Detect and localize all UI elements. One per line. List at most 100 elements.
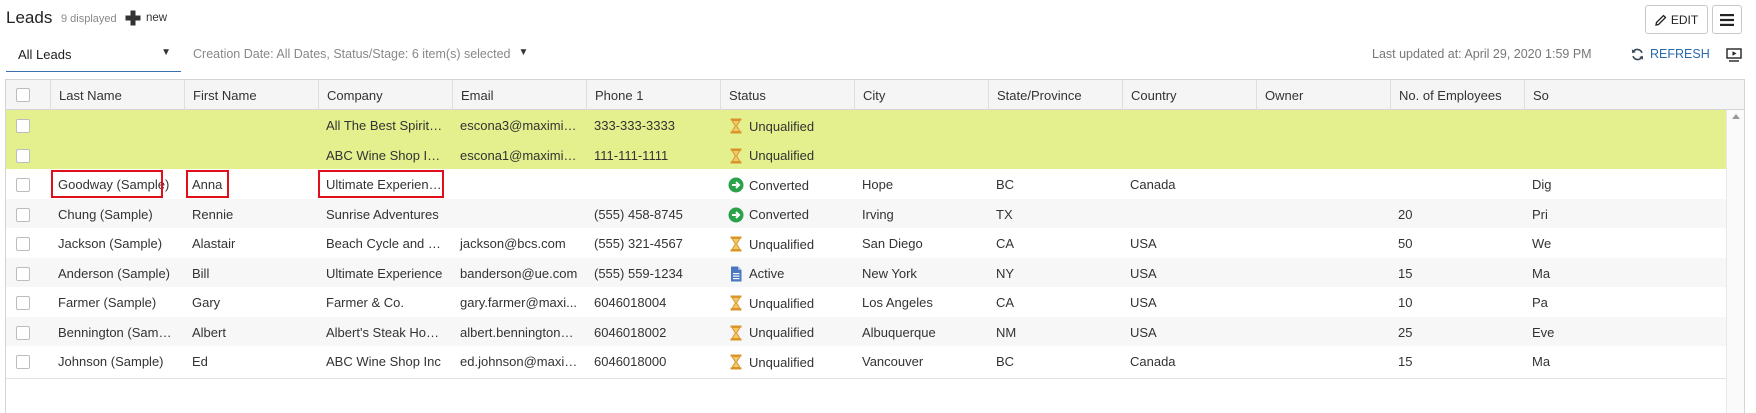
cell-last-name: Bennington (Sample) [50, 317, 184, 349]
cell-first-name-text: Bill [192, 265, 210, 281]
cell-status-text: Unqualified [749, 354, 815, 370]
cell-country [1122, 110, 1256, 142]
cell-status-text: Unqualified [749, 325, 815, 340]
cell-state [988, 140, 1122, 172]
cell-country: Canada [1122, 169, 1256, 201]
cell-city-text: Vancouver [862, 354, 924, 369]
column-header-employees[interactable]: No. of Employees [1390, 80, 1524, 110]
cell-country: USA [1122, 287, 1256, 319]
column-header-status[interactable]: Status [720, 80, 854, 110]
cell-last-name-text: Bennington (Sample) [58, 324, 181, 340]
cell-email: escona1@maximiz... [452, 140, 586, 172]
cell-phone-text: 6046018004 [594, 295, 667, 310]
table-row[interactable]: All The Best Spirits ... escona3@maximiz.… [6, 110, 1726, 143]
cell-city: Irving [854, 199, 988, 231]
arrow-circle-icon [728, 207, 744, 223]
row-checkbox[interactable] [16, 178, 30, 192]
cell-state: CA [988, 228, 1122, 260]
caret-down-icon: ▼ [518, 47, 529, 58]
list-toolbar: All Leads ▼ Creation Date: All Dates, St… [0, 40, 1756, 74]
cell-first-name [184, 110, 318, 142]
cell-source-text: Ma [1532, 354, 1551, 369]
table-row[interactable]: Anderson (Sample) Bill Ultimate Experience… [6, 257, 1726, 291]
column-header-first-name[interactable]: First Name [184, 80, 318, 110]
table-row[interactable]: ABC Wine Shop Inc.... escona1@maximiz... 1… [6, 139, 1726, 173]
menu-button[interactable] [1712, 5, 1742, 34]
cell-email-text: banderson@ue.com [460, 265, 578, 281]
cell-phone: 333-333-3333 [586, 110, 720, 142]
caret-down-icon: ▼ [161, 47, 171, 58]
cell-phone: 6046018000 [586, 346, 720, 378]
highlight-box [318, 170, 444, 198]
cell-city: Los Angeles [854, 287, 988, 319]
column-header-phone[interactable]: Phone 1 [586, 80, 720, 110]
row-checkbox[interactable] [16, 266, 30, 281]
row-checkbox[interactable] [16, 325, 30, 340]
edit-button[interactable]: EDIT [1645, 5, 1708, 34]
column-header-company[interactable]: Company [318, 80, 452, 110]
highlight-box [51, 170, 163, 198]
cell-status-text: Unqualified [749, 295, 815, 311]
hourglass-icon [728, 148, 744, 164]
new-lead-button[interactable]: new [125, 10, 167, 26]
cell-employees-text: 25 [1398, 324, 1413, 340]
cell-employees: 15 [1390, 258, 1524, 290]
table-row[interactable]: Johnson (Sample) Ed ABC Wine Shop Inc ed.jo… [6, 346, 1726, 379]
cell-first-name-text: Ed [192, 354, 208, 369]
cell-country-text: USA [1130, 295, 1157, 310]
cell-source: We [1524, 228, 1726, 260]
view-selector[interactable]: All Leads ▼ [6, 40, 181, 72]
cell-company-text: ABC Wine Shop Inc.... [326, 147, 452, 163]
cell-email-text: gary.farmer@maxi... [460, 295, 577, 310]
row-checkbox[interactable] [16, 148, 30, 163]
cell-last-name-text: Anderson (Sample) [58, 265, 170, 281]
column-header-state[interactable]: State/Province [988, 80, 1122, 110]
column-header-source[interactable]: So [1524, 80, 1726, 110]
row-checkbox[interactable] [16, 296, 30, 310]
vertical-scrollbar[interactable] [1726, 110, 1744, 413]
cell-company: ABC Wine Shop Inc.... [318, 140, 452, 172]
cell-email: gary.farmer@maxi... [452, 287, 586, 319]
cell-status: Converted [720, 169, 854, 201]
cell-phone-text: 6046018000 [594, 354, 667, 369]
column-header-city[interactable]: City [854, 80, 988, 110]
cell-state-text: BC [996, 177, 1015, 192]
cell-phone: (555) 321-4567 [586, 228, 720, 260]
scroll-up-arrow-icon[interactable] [1732, 114, 1740, 119]
cell-email-text: albert.bennington@... [460, 324, 585, 340]
cell-country: USA [1122, 258, 1256, 290]
cell-country: Canada [1122, 346, 1256, 378]
table-row[interactable]: Chung (Sample) Rennie Sunrise Adventures (5… [6, 198, 1726, 232]
table-row[interactable]: Goodway (Sample) Anna Ultimate Experience.… [6, 169, 1726, 202]
cell-source-text: Eve [1532, 324, 1555, 340]
column-header-country[interactable]: Country [1122, 80, 1256, 110]
row-checkbox[interactable] [16, 207, 30, 222]
select-all-checkbox[interactable] [16, 88, 30, 102]
column-header-email[interactable]: Email [452, 80, 586, 110]
cell-email: ed.johnson@maxim... [452, 346, 586, 378]
presentation-icon[interactable] [1726, 48, 1742, 62]
column-header-last-name[interactable]: Last Name [50, 80, 184, 110]
row-checkbox[interactable] [16, 355, 30, 369]
cell-status: Unqualified [720, 140, 854, 172]
cell-first-name-text: Rennie [192, 206, 234, 222]
cell-city: San Diego [854, 228, 988, 260]
cell-last-name: Farmer (Sample) [50, 287, 184, 319]
cell-status: Active [720, 258, 854, 290]
table-row[interactable]: Bennington (Sample) Albert Albert's Steak … [6, 316, 1726, 350]
cell-source: Pri [1524, 199, 1726, 231]
cell-employees-text: 15 [1398, 354, 1413, 369]
cell-status: Converted [720, 199, 854, 231]
row-checkbox[interactable] [16, 237, 30, 251]
table-row[interactable]: Farmer (Sample) Gary Farmer & Co. gary.farm… [6, 287, 1726, 320]
cell-company: Farmer & Co. [318, 287, 452, 319]
row-checkbox[interactable] [16, 119, 30, 133]
cell-phone: (555) 458-8745 [586, 199, 720, 231]
cell-city [854, 140, 988, 172]
filter-summary-text: Creation Date: All Dates, Status/Stage: … [193, 47, 511, 61]
column-header-owner[interactable]: Owner [1256, 80, 1390, 110]
table-row[interactable]: Jackson (Sample) Alastair Beach Cycle and … [6, 228, 1726, 261]
refresh-button[interactable]: REFRESH [1631, 47, 1710, 61]
cell-state: CA [988, 287, 1122, 319]
filter-summary[interactable]: Creation Date: All Dates, Status/Stage: … [193, 47, 528, 61]
